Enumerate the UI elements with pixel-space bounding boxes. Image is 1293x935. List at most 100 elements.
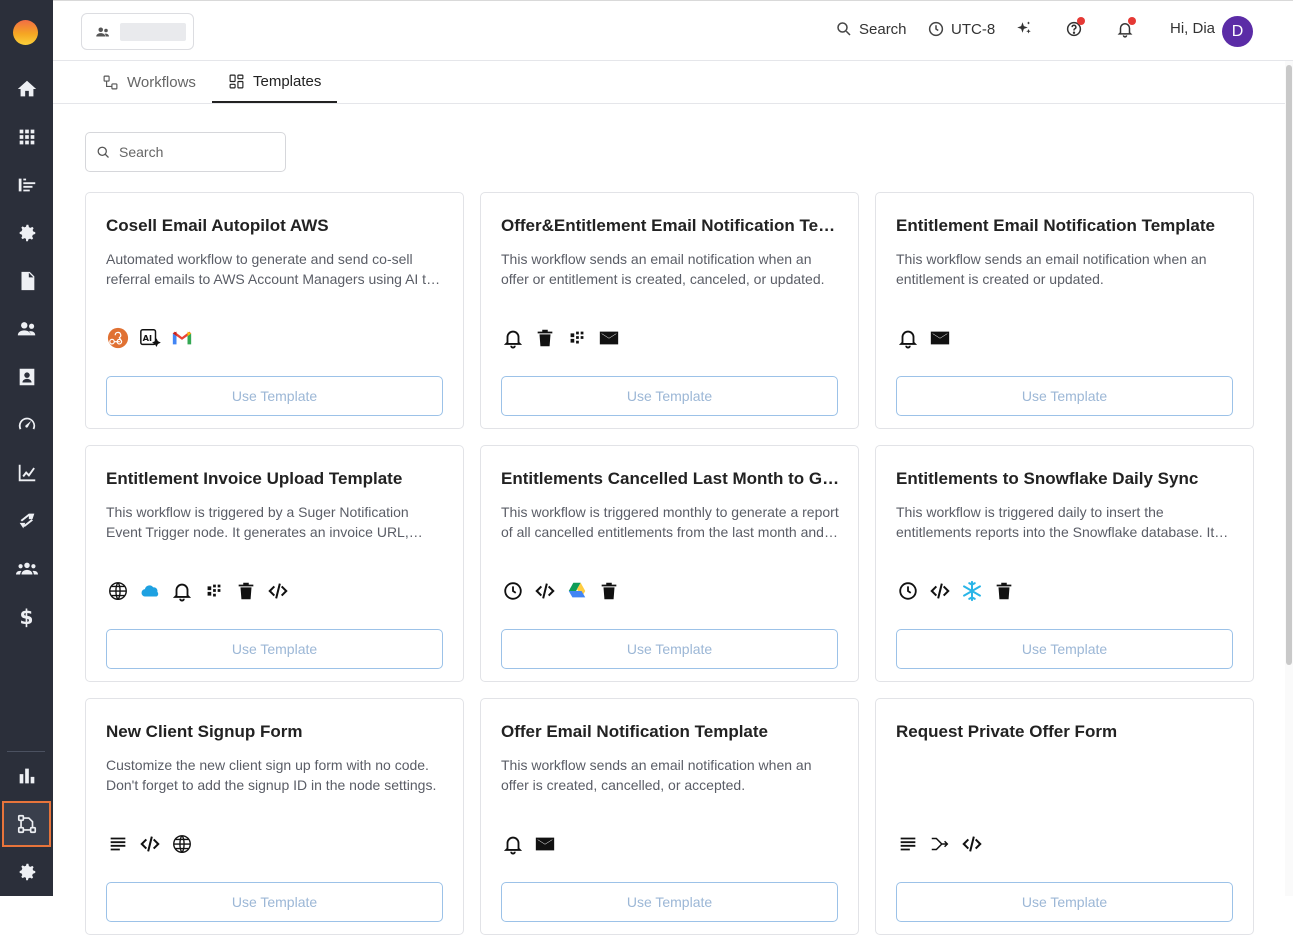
card-title: Offer Email Notification Template bbox=[501, 722, 769, 741]
sparkle-icon bbox=[1017, 21, 1031, 34]
scrollbar[interactable] bbox=[1285, 61, 1293, 896]
help-button[interactable] bbox=[1065, 17, 1085, 38]
card-title: Entitlement Email Notification Template bbox=[896, 216, 1215, 235]
card-node-icons bbox=[896, 579, 1016, 603]
branch-icon bbox=[928, 832, 952, 856]
sidebar: $ bbox=[0, 0, 53, 896]
settings-icon[interactable] bbox=[0, 854, 53, 890]
card-node-icons bbox=[501, 579, 621, 603]
avatar[interactable]: D bbox=[1222, 16, 1253, 47]
trash-icon bbox=[533, 326, 557, 350]
card-description: This workflow is triggered monthly to ge… bbox=[501, 504, 839, 540]
bell-icon bbox=[501, 832, 525, 856]
team-icon[interactable] bbox=[0, 551, 53, 587]
template-card: Entitlement Email Notification Template … bbox=[875, 192, 1254, 429]
avatar-initial: D bbox=[1231, 22, 1244, 40]
bar-chart-icon[interactable] bbox=[0, 758, 53, 794]
card-description: Customize the new client sign up form wi… bbox=[106, 757, 437, 793]
contacts-icon[interactable] bbox=[0, 359, 53, 395]
workflow-tab-icon bbox=[103, 75, 118, 89]
clock-icon bbox=[928, 21, 944, 37]
sidebar-divider bbox=[7, 751, 45, 752]
template-card: Offer Email Notification Template This w… bbox=[480, 698, 859, 935]
search-icon bbox=[97, 146, 109, 158]
use-template-button[interactable]: Use Template bbox=[896, 882, 1233, 922]
trash-icon bbox=[234, 579, 258, 603]
bell-icon bbox=[170, 579, 194, 603]
template-card: Cosell Email Autopilot AWS Automated wor… bbox=[85, 192, 464, 429]
snowflake-icon bbox=[960, 579, 984, 603]
use-template-button[interactable]: Use Template bbox=[501, 376, 838, 416]
card-node-icons bbox=[896, 326, 952, 350]
apps-icon[interactable] bbox=[0, 119, 53, 155]
use-template-button[interactable]: Use Template bbox=[106, 376, 443, 416]
template-search[interactable] bbox=[85, 132, 286, 172]
grid-icon bbox=[202, 579, 226, 603]
use-template-button[interactable]: Use Template bbox=[896, 376, 1233, 416]
ai-icon: AI bbox=[138, 326, 162, 350]
webhook-icon bbox=[106, 326, 130, 350]
listing-icon[interactable] bbox=[0, 167, 53, 203]
tab-workflows[interactable]: Workflows bbox=[102, 61, 196, 103]
template-card: Entitlements Cancelled Last Month to Goo… bbox=[480, 445, 859, 682]
search-input[interactable] bbox=[119, 144, 269, 160]
header-search-label: Search bbox=[859, 20, 907, 38]
card-description: This workflow sends an email notificatio… bbox=[501, 757, 812, 793]
mail-icon bbox=[597, 326, 621, 350]
header-search[interactable]: Search bbox=[835, 20, 907, 38]
card-title: Offer&Entitlement Email Notification Tem… bbox=[501, 216, 841, 235]
card-description: This workflow is triggered daily to inse… bbox=[896, 504, 1215, 540]
bell-icon bbox=[896, 326, 920, 350]
mail-icon bbox=[533, 832, 557, 856]
workflow-icon[interactable] bbox=[2, 801, 51, 847]
gmail-icon bbox=[170, 326, 194, 350]
card-node-icons bbox=[106, 832, 194, 856]
card-node-icons: AI bbox=[106, 326, 194, 350]
templates-tab-icon bbox=[229, 74, 244, 88]
greeting-text: Hi, Dia bbox=[1170, 20, 1216, 37]
users-icon[interactable] bbox=[0, 311, 53, 347]
speed-icon[interactable] bbox=[0, 407, 53, 443]
search-icon bbox=[837, 22, 851, 36]
form-icon bbox=[106, 832, 130, 856]
card-node-icons bbox=[106, 579, 290, 603]
tab-label: Templates bbox=[253, 72, 322, 90]
code-icon bbox=[928, 579, 952, 603]
mail-icon bbox=[928, 326, 952, 350]
use-template-button[interactable]: Use Template bbox=[106, 629, 443, 669]
app-logo[interactable] bbox=[13, 20, 38, 45]
top-header: Search UTC-8 Hi, Dia D bbox=[53, 0, 1293, 61]
notification-dot bbox=[1128, 17, 1136, 25]
integration-icon[interactable] bbox=[0, 503, 53, 539]
code-icon bbox=[266, 579, 290, 603]
org-name-redacted bbox=[120, 22, 186, 41]
tab-templates[interactable]: Templates bbox=[212, 61, 338, 103]
svg-text:AI: AI bbox=[143, 333, 152, 343]
billing-icon[interactable]: $ bbox=[0, 599, 53, 635]
form-icon bbox=[896, 832, 920, 856]
scrollbar-thumb[interactable] bbox=[1286, 65, 1292, 665]
tab-label: Workflows bbox=[127, 73, 196, 91]
user-greeting[interactable]: Hi, Dia bbox=[1170, 20, 1215, 37]
card-node-icons bbox=[501, 832, 557, 856]
code-icon bbox=[138, 832, 162, 856]
card-description: Automated workflow to generate and send … bbox=[106, 251, 434, 287]
document-icon[interactable] bbox=[0, 263, 53, 299]
trash-icon bbox=[597, 579, 621, 603]
ai-assistant-button[interactable] bbox=[1015, 20, 1033, 38]
home-icon[interactable] bbox=[0, 71, 53, 107]
analytics-icon[interactable] bbox=[0, 455, 53, 491]
notifications-button[interactable] bbox=[1116, 17, 1136, 38]
use-template-button[interactable]: Use Template bbox=[896, 629, 1233, 669]
org-group-icon bbox=[96, 27, 109, 36]
settings-gear-icon[interactable] bbox=[0, 215, 53, 251]
use-template-button[interactable]: Use Template bbox=[106, 882, 443, 922]
timezone-label: UTC-8 bbox=[951, 20, 996, 38]
org-switcher[interactable] bbox=[81, 13, 194, 50]
timezone-selector[interactable]: UTC-8 bbox=[927, 20, 995, 38]
card-title: Cosell Email Autopilot AWS bbox=[106, 216, 329, 235]
use-template-button[interactable]: Use Template bbox=[501, 629, 838, 669]
card-title: Entitlements Cancelled Last Month to Goo… bbox=[501, 469, 841, 488]
code-icon bbox=[960, 832, 984, 856]
use-template-button[interactable]: Use Template bbox=[501, 882, 838, 922]
